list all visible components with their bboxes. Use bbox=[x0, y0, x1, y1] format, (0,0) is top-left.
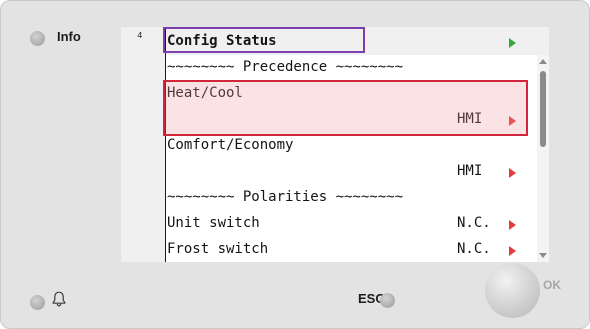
controller-panel: Info 4 Config Status ~~~~~~~~ Precedence… bbox=[0, 0, 590, 329]
red-right-arrow-icon[interactable] bbox=[509, 168, 516, 178]
list-item-frost-switch[interactable]: Frost switch N.C. bbox=[167, 237, 547, 262]
list-item-comfort-economy[interactable]: Comfort/Economy bbox=[167, 133, 547, 159]
separator-precedence: ~~~~~~~~ Precedence ~~~~~~~~ bbox=[167, 55, 547, 81]
selected-item-highlight bbox=[163, 80, 528, 136]
separator-label: ~~~~~~~~ Polarities ~~~~~~~~ bbox=[167, 189, 404, 205]
red-right-arrow-icon[interactable] bbox=[509, 246, 516, 256]
scrollbar-thumb[interactable] bbox=[540, 71, 546, 147]
info-button-label[interactable]: Info bbox=[57, 29, 81, 44]
scroll-down-icon[interactable] bbox=[539, 253, 547, 258]
hmi-screen: 4 Config Status ~~~~~~~~ Precedence ~~~~… bbox=[121, 27, 549, 262]
scroll-up-icon[interactable] bbox=[539, 59, 547, 64]
green-right-arrow-icon[interactable] bbox=[509, 38, 516, 48]
list-item-label: Unit switch bbox=[167, 215, 260, 231]
list-item-comfort-economy-value[interactable]: HMI bbox=[167, 159, 547, 185]
esc-led-icon bbox=[380, 293, 395, 308]
list-item-value: HMI bbox=[457, 163, 483, 179]
list-item-label: Comfort/Economy bbox=[167, 137, 294, 153]
line-number: 4 bbox=[137, 31, 143, 41]
title-highlight-box bbox=[163, 27, 365, 53]
separator-label: ~~~~~~~~ Precedence ~~~~~~~~ bbox=[167, 59, 404, 75]
alarm-led-icon bbox=[30, 295, 45, 310]
scrollbar[interactable] bbox=[537, 55, 549, 262]
red-right-arrow-icon[interactable] bbox=[509, 220, 516, 230]
line-number-gutter: 4 bbox=[121, 27, 166, 262]
list-item-label: Frost switch bbox=[167, 241, 269, 257]
list-item-value: N.C. bbox=[457, 241, 491, 257]
list-item-value: N.C. bbox=[457, 215, 491, 231]
ok-label: OK bbox=[543, 278, 561, 292]
separator-polarities: ~~~~~~~~ Polarities ~~~~~~~~ bbox=[167, 185, 547, 211]
bell-icon[interactable] bbox=[51, 290, 67, 308]
ok-knob[interactable] bbox=[485, 263, 540, 318]
list-item-unit-switch[interactable]: Unit switch N.C. bbox=[167, 211, 547, 237]
info-led-icon bbox=[30, 31, 45, 46]
